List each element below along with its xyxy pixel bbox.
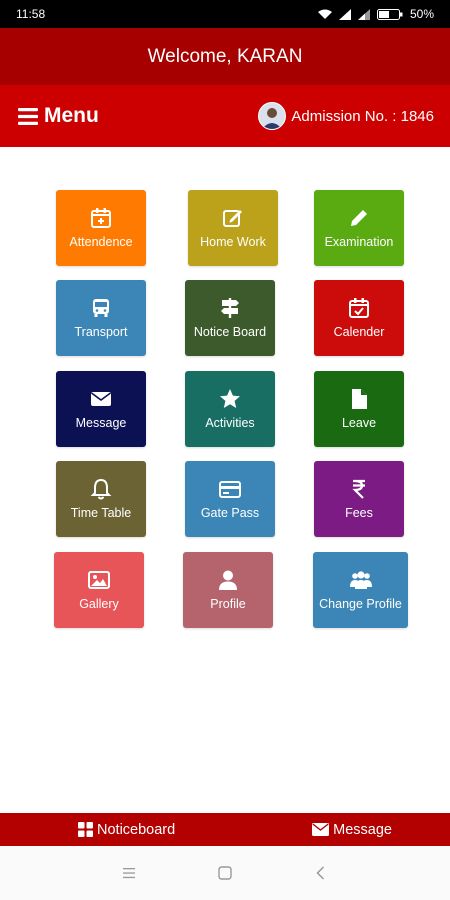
battery-percent: 50% (409, 7, 434, 21)
noticeboard-button[interactable]: Noticeboard (78, 822, 175, 838)
tile-label: Attendence (69, 235, 133, 249)
tile-calender[interactable]: Calender (314, 280, 404, 356)
tile-label: Change Profile (319, 597, 402, 611)
user-icon (217, 569, 239, 591)
tile-message[interactable]: Message (56, 371, 146, 447)
star-icon (219, 388, 241, 410)
admission-number: Admission No. : 1846 (291, 107, 434, 125)
back-button[interactable] (312, 864, 330, 882)
user-avatar-icon (259, 103, 286, 129)
tile-gallery[interactable]: Gallery (54, 552, 144, 628)
welcome-text: Welcome, KARAN (147, 45, 303, 67)
calendar-plus-icon (90, 207, 112, 229)
wifi-icon (317, 9, 332, 19)
system-nav-bar (0, 846, 450, 900)
noticeboard-label: Noticeboard (97, 821, 176, 838)
tile-label: Examination (324, 235, 394, 249)
avatar (258, 102, 287, 130)
envelope-icon (90, 388, 112, 410)
calendar-check-icon (348, 297, 370, 319)
tile-change-profile[interactable]: Change Profile (313, 552, 408, 628)
tile-label: Calender (333, 325, 385, 339)
tile-label: Home Work (200, 235, 266, 249)
square-icon (218, 866, 232, 880)
file-icon (348, 388, 370, 410)
rupee-icon (348, 478, 370, 500)
status-icons: 50% (317, 7, 434, 21)
users-icon (349, 569, 372, 591)
signal-icon-2 (357, 8, 370, 20)
tile-transport[interactable]: Transport (56, 280, 146, 356)
edit-icon (222, 207, 244, 229)
tile-label: Activities (205, 416, 255, 430)
welcome-header: Welcome, KARAN (0, 28, 450, 85)
tile-label: Message (75, 416, 127, 430)
menu-button[interactable]: Menu (18, 104, 99, 128)
menu-label: Menu (44, 104, 99, 127)
message-label: Message (333, 821, 392, 838)
status-bar: 11:58 50% (0, 0, 450, 28)
tile-attendence[interactable]: Attendence (56, 190, 146, 266)
admission-info: Admission No. : 1846 (258, 102, 434, 130)
grid-icon (78, 822, 93, 837)
tile-label: Time Table (70, 506, 132, 520)
bell-icon (90, 478, 112, 500)
message-button[interactable]: Message (312, 822, 392, 838)
credit-card-icon (219, 478, 241, 500)
tile-gate-pass[interactable]: Gate Pass (185, 461, 275, 537)
bottom-bar: Noticeboard Message (0, 813, 450, 846)
hamburger-icon (18, 107, 38, 125)
tile-activities[interactable]: Activities (185, 371, 275, 447)
tile-label: Fees (345, 506, 373, 520)
tile-fees[interactable]: Fees (314, 461, 404, 537)
bus-icon (90, 297, 112, 319)
tile-time-table[interactable]: Time Table (56, 461, 146, 537)
tile-home-work[interactable]: Home Work (188, 190, 278, 266)
signal-icon (338, 8, 351, 20)
signpost-icon (219, 297, 241, 319)
tile-label: Gate Pass (200, 506, 260, 520)
home-button[interactable] (216, 864, 234, 882)
menu-bar: Menu Admission No. : 1846 (0, 85, 450, 147)
tile-label: Leave (341, 416, 377, 430)
tile-label: Transport (74, 325, 128, 339)
recents-button[interactable] (120, 864, 138, 882)
tile-profile[interactable]: Profile (183, 552, 273, 628)
tile-leave[interactable]: Leave (314, 371, 404, 447)
battery-icon (376, 8, 403, 20)
envelope-icon (312, 823, 330, 836)
tile-label: Profile (210, 597, 246, 611)
tile-label: Gallery (79, 597, 119, 611)
image-icon (88, 569, 110, 591)
tile-notice-board[interactable]: Notice Board (185, 280, 275, 356)
menu-lines-icon (123, 868, 135, 879)
status-time: 11:58 (16, 7, 46, 21)
pencil-icon (348, 207, 370, 229)
chevron-left-icon (316, 866, 325, 880)
tile-examination[interactable]: Examination (314, 190, 404, 266)
tile-label: Notice Board (193, 325, 267, 339)
